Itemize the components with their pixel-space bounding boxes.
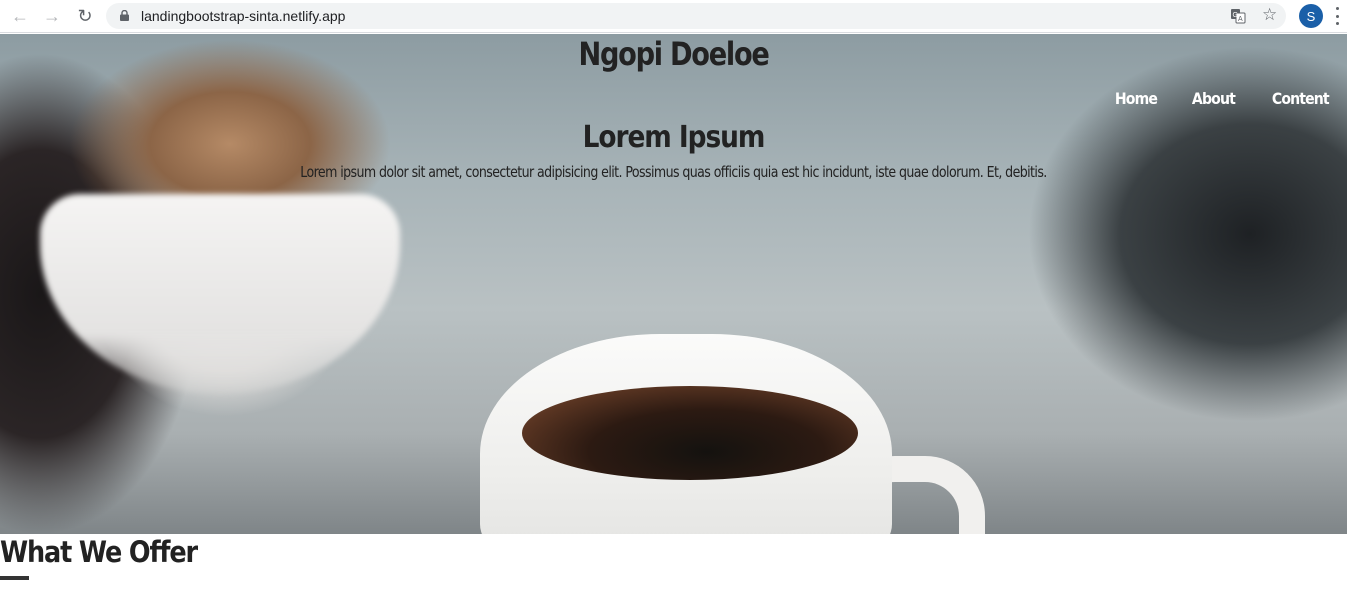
svg-text:A: A [1238,16,1243,23]
lock-icon [120,10,129,21]
star-icon[interactable]: ☆ [1262,5,1277,25]
hero-background-bowl [40,194,400,394]
reload-icon[interactable]: ↻ [73,5,97,27]
address-bar[interactable]: landingbootstrap-sinta.netlify.app G A ☆ [106,3,1286,29]
hero-heading: Lorem Ipsum [582,120,766,155]
back-arrow-icon[interactable]: ← [8,5,32,27]
forward-arrow-icon[interactable]: → [40,5,64,27]
hero-coffee-surface [522,386,858,480]
translate-icon[interactable]: G A [1230,8,1246,24]
site-title[interactable]: Ngopi Doeloe [101,34,1246,74]
section-title-what-we-offer: What We Offer [0,535,198,569]
hero-description: Lorem ipsum dolor sit amet, consectetur … [300,163,1047,181]
url-text[interactable]: landingbootstrap-sinta.netlify.app [141,8,345,24]
nav-item-about[interactable]: About [1192,89,1236,108]
hero-section: Ngopi Doeloe Home About Content Lorem Ip… [0,34,1347,534]
nav-item-content[interactable]: Content [1272,89,1330,108]
main-nav: Home About Content [1082,89,1333,108]
section-title-underline [0,576,29,580]
profile-avatar[interactable]: S [1299,4,1323,28]
nav-item-home[interactable]: Home [1114,89,1157,108]
browser-toolbar: ← → ↻ landingbootstrap-sinta.netlify.app… [0,0,1347,33]
kebab-menu-icon[interactable] [1336,7,1340,25]
